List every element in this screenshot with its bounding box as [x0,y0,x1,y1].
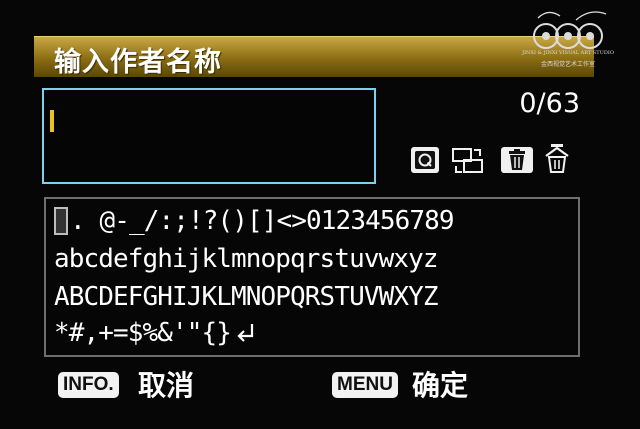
logo-mark-icon [533,11,607,49]
erase-all-icon[interactable] [542,142,572,173]
space-key-selected[interactable] [54,207,68,235]
char-row-4-text[interactable]: *#,+=$%&'"{} [54,318,232,348]
menu-key-badge[interactable]: MENU [332,372,398,398]
studio-logo: JINXI & JINXI VISUAL ART STUDIO 金西视觉艺术工作… [516,6,620,72]
character-counter: 0/63 [519,88,580,119]
confirm-action-label[interactable]: 确定 [412,364,468,404]
char-row-1-text[interactable]: . @-_/:;!?()[]<>0123456789 [70,206,454,236]
char-row-lowercase[interactable]: abcdefghijklmnopqrstuvwxyz [54,243,578,275]
char-row-uppercase[interactable]: ABCDEFGHIJKLMNOPQRSTUVWXYZ [54,281,578,313]
trash-icon[interactable] [500,146,534,174]
text-cursor [50,110,54,132]
cancel-action-label[interactable]: 取消 [138,364,194,404]
info-key-badge[interactable]: INFO. [58,372,119,398]
q-button-icon[interactable] [410,146,440,174]
logo-caption: JINXI & JINXI VISUAL ART STUDIO [522,50,614,56]
character-palette[interactable]: . @-_/:;!?()[]<>0123456789 abcdefghijklm… [44,197,580,357]
char-row-symbols-digits[interactable]: . @-_/:;!?()[]<>0123456789 [54,205,578,237]
logo-subcaption: 金西视觉艺术工作室 [540,61,595,68]
camera-screen: 输入作者名称 JINXI & JINXI VISUAL ART STUDIO 金… [0,0,640,429]
title-bar: 输入作者名称 [34,36,594,78]
return-arrow-icon[interactable] [235,321,257,345]
author-name-input[interactable] [42,88,376,184]
switch-palette-icon[interactable] [450,146,486,174]
page-title: 输入作者名称 [54,47,222,78]
char-row-symbols[interactable]: *#,+=$%&'"{} [54,317,578,349]
